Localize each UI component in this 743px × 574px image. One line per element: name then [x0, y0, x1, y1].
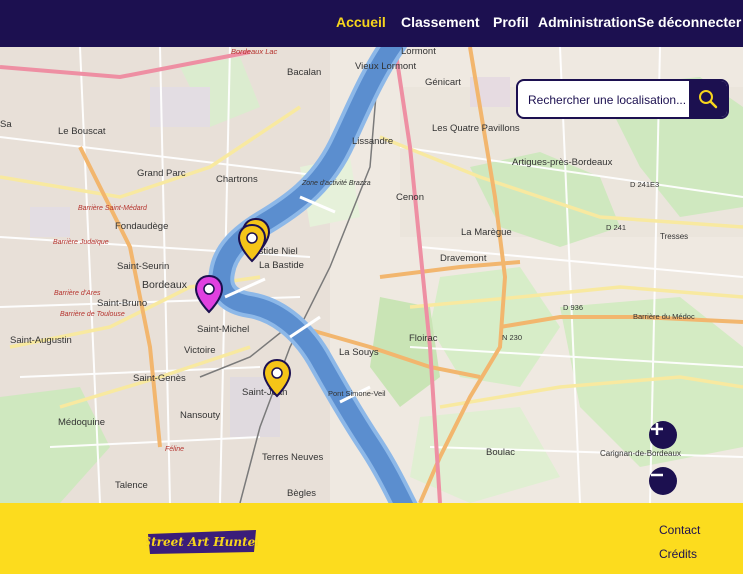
map-label: Boulac — [486, 447, 515, 458]
map-label: Carignan-de-Bordeaux — [600, 449, 681, 458]
map-label: Barrière Judaïque — [53, 239, 109, 246]
map-label: Bordeaux — [142, 279, 188, 291]
minus-icon — [651, 473, 663, 477]
map-label: Les Quatre Pavillons — [432, 123, 520, 134]
map-label: Barrière de Toulouse — [60, 311, 125, 318]
map-label: Lormont — [401, 47, 436, 57]
footer — [0, 503, 743, 574]
map-label: Barrière du Médoc — [633, 312, 695, 321]
map-marker-bordeaux[interactable] — [193, 274, 225, 316]
map-label: Lissandre — [352, 136, 393, 147]
map-label: Saint-Genès — [133, 373, 186, 384]
map-label: Dravemont — [440, 253, 487, 264]
map-label: Chartrons — [216, 174, 258, 185]
search-button[interactable] — [689, 81, 727, 117]
nav-administration[interactable]: Administration — [538, 14, 637, 30]
map-label: Barrière d'Ares — [54, 290, 101, 297]
nav-se-deconnecter[interactable]: Se déconnecter — [637, 14, 741, 30]
map-label: Bacalan — [287, 67, 321, 78]
map-label: Talence — [115, 480, 148, 491]
map-label: Barrière Saint-Médard — [78, 205, 148, 212]
zoom-in-button[interactable] — [649, 421, 677, 449]
map-label: Bordeaux Lac — [231, 47, 278, 56]
map-label: Vieux Lormont — [355, 61, 416, 72]
map-label: La Souys — [339, 347, 379, 358]
map-label: Cenon — [396, 192, 424, 203]
map-label: Fondaudège — [115, 221, 168, 232]
map-label: Grand Parc — [137, 168, 186, 179]
map-label: Artigues-près-Bordeaux — [512, 157, 613, 168]
map-label: Victoire — [184, 345, 216, 356]
map-label: Saint-Seurin — [117, 261, 169, 272]
map-label: Saint-Bruno — [97, 298, 147, 309]
map-label: La Marègue — [461, 227, 512, 238]
map-label: Tresses — [660, 232, 688, 241]
map-marker-bastide[interactable] — [236, 223, 268, 265]
map-label: D 241 — [606, 223, 626, 232]
zoom-out-button[interactable] — [649, 467, 677, 495]
map-label: D 936 — [563, 303, 583, 312]
map-label: Le Bouscat — [58, 126, 106, 137]
nav-profil[interactable]: Profil — [493, 14, 529, 30]
map-label: Génicart — [425, 77, 461, 88]
logo-text: Street Art Hunter — [146, 535, 258, 549]
map-label: Terres Neuves — [262, 452, 323, 463]
map-label: Pont Simone-Veil — [328, 389, 386, 398]
nav-accueil[interactable]: Accueil — [336, 14, 386, 30]
search-box — [516, 79, 729, 119]
street-art-hunter-logo[interactable]: Street Art Hunter — [146, 526, 258, 556]
map-label: Féline — [165, 446, 184, 453]
map-label: D 241E3 — [630, 180, 659, 189]
plus-icon — [651, 423, 663, 435]
footer-link-contact[interactable]: Contact — [659, 523, 700, 537]
top-navbar: Accueil Classement Profil Administration… — [0, 0, 743, 47]
map-label: N 230 — [502, 333, 522, 342]
map-label: Sa — [0, 119, 12, 130]
map-marker-saint-jean[interactable] — [261, 358, 293, 400]
nav-classement[interactable]: Classement — [401, 14, 480, 30]
map-label: Saint-Augustin — [10, 335, 72, 346]
map-label: Médoquine — [58, 417, 105, 428]
search-input[interactable] — [528, 90, 688, 110]
footer-link-credits[interactable]: Crédits — [659, 547, 697, 561]
search-icon — [699, 90, 718, 109]
map-label: Nansouty — [180, 410, 220, 421]
map-label: Floirac — [409, 333, 438, 344]
map-label: Saint-Michel — [197, 324, 249, 335]
map-label: Bègles — [287, 488, 316, 499]
map-label: Zone d'activité Brazza — [301, 180, 371, 187]
